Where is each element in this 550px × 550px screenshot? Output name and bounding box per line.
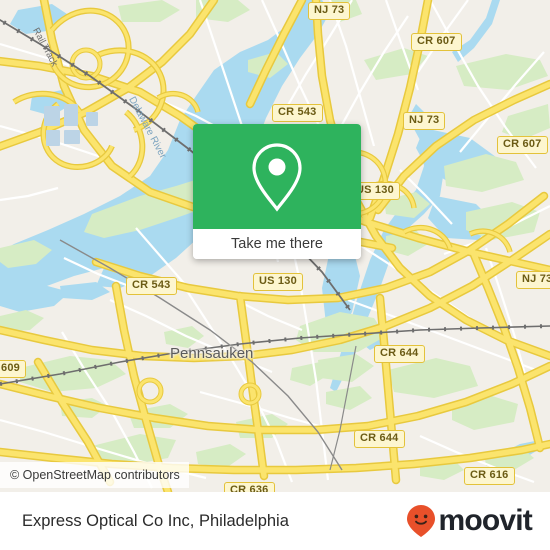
road-shield-cr-616[interactable]: CR 616 xyxy=(464,467,515,485)
moovit-pin-smile-icon xyxy=(407,505,436,537)
moovit-logo[interactable]: moovit xyxy=(406,504,533,538)
road-shield-cr-607-north[interactable]: CR 607 xyxy=(411,33,462,51)
take-me-there-label: Take me there xyxy=(231,236,323,252)
location-callout-card[interactable]: Take me there xyxy=(193,124,361,259)
bottom-bar: Express Optical Co Inc, Philadelphia moo… xyxy=(0,492,550,550)
road-shield-cr-644-lower[interactable]: CR 644 xyxy=(354,430,405,448)
callout-footer[interactable]: Take me there xyxy=(193,229,361,259)
place-title: Express Optical Co Inc, Philadelphia xyxy=(22,511,289,530)
road-shield-us-130-center[interactable]: US 130 xyxy=(253,273,303,291)
road-shield-cr-543-north[interactable]: CR 543 xyxy=(272,104,323,122)
callout-header xyxy=(193,124,361,229)
osm-attribution[interactable]: © OpenStreetMap contributors xyxy=(0,462,189,488)
place-label-pennsauken: Pennsauken xyxy=(170,345,254,362)
moovit-map-page: Pennsauken Delaware River Rail Track NJ … xyxy=(0,0,550,550)
road-shield-nj-73-north[interactable]: NJ 73 xyxy=(308,2,351,20)
road-shield-609-west[interactable]: 609 xyxy=(0,360,26,378)
road-shield-nj-73-east[interactable]: NJ 73 xyxy=(516,271,550,289)
road-shield-cr-644-upper[interactable]: CR 644 xyxy=(374,345,425,363)
road-shield-cr-636[interactable]: CR 636 xyxy=(224,482,275,492)
road-shield-nj-73-mid[interactable]: NJ 73 xyxy=(403,112,446,130)
moovit-wordmark: moovit xyxy=(438,504,532,537)
osm-attribution-text: © OpenStreetMap contributors xyxy=(10,468,180,482)
map-pin-icon xyxy=(252,142,302,212)
road-shield-cr-607-east[interactable]: CR 607 xyxy=(497,136,548,154)
road-shield-cr-543-west[interactable]: CR 543 xyxy=(126,277,177,295)
